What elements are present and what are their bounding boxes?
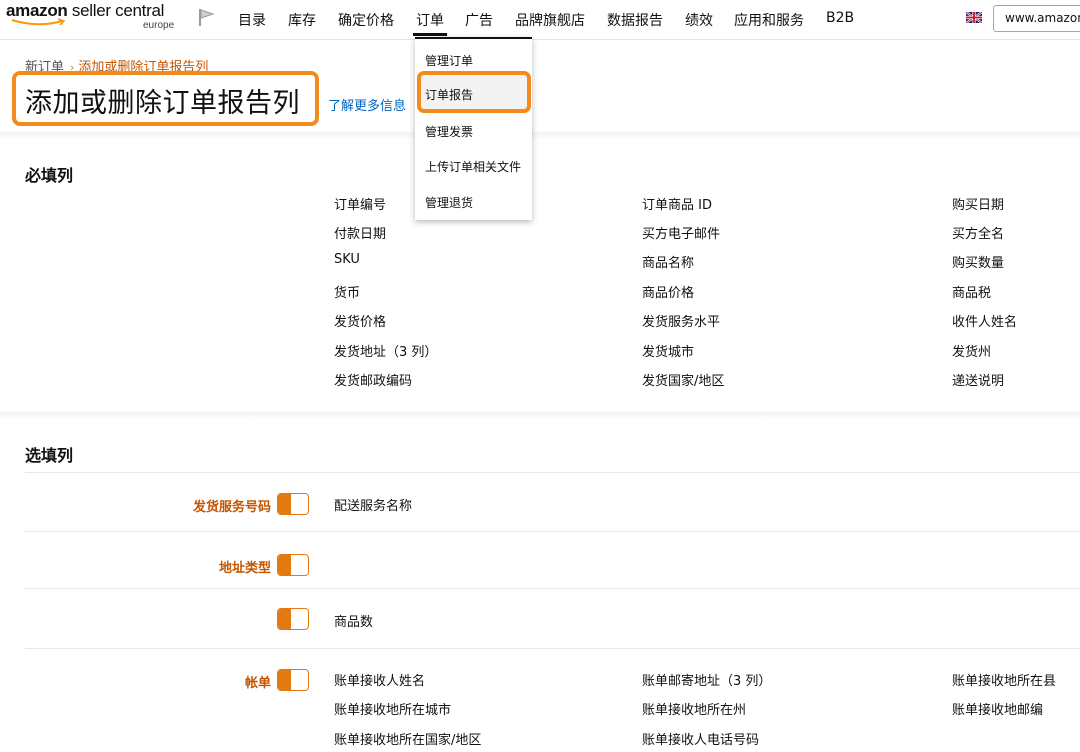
required-field: 购买日期: [952, 198, 1005, 213]
seller-central-logo[interactable]: amazon seller central europe: [6, 1, 176, 35]
flag-icon[interactable]: [196, 7, 216, 27]
row-divider: [25, 648, 1080, 649]
column-toggle[interactable]: [277, 669, 309, 691]
required-field: 货币: [334, 286, 361, 301]
optional-field: 配送服务名称: [334, 499, 413, 514]
required-field: 发货邮政编码: [334, 374, 413, 389]
required-field: 收件人姓名: [952, 315, 1018, 330]
toggle-knob: [278, 670, 291, 690]
required-field: 发货价格: [334, 315, 387, 330]
required-field: 商品价格: [642, 286, 695, 301]
menu-item-manage-returns[interactable]: 管理退货: [425, 194, 473, 211]
required-field: SKU: [334, 252, 360, 267]
nav-inventory[interactable]: 库存: [288, 10, 316, 30]
required-columns-heading: 必填列: [25, 166, 74, 185]
required-field: 付款日期: [334, 227, 387, 242]
required-field: 商品税: [952, 286, 992, 301]
menu-item-manage-orders[interactable]: 管理订单: [425, 52, 473, 69]
nav-pricing[interactable]: 确定价格: [338, 10, 394, 30]
section-divider: [0, 132, 1080, 140]
nav-b2b[interactable]: B2B: [826, 10, 854, 26]
column-toggle[interactable]: [277, 493, 309, 515]
nav-orders[interactable]: 订单: [413, 10, 447, 36]
optional-field: 账单接收地所在城市: [334, 703, 452, 718]
nav-catalog[interactable]: 目录: [238, 10, 266, 30]
marketplace-select[interactable]: www.amazon.co.uk: [993, 5, 1080, 32]
page-title: 添加或删除订单报告列: [25, 88, 300, 119]
row-divider: [25, 472, 1080, 473]
section-divider: [0, 412, 1080, 420]
optional-field: 账单接收地邮编: [952, 703, 1044, 718]
top-navigation: amazon seller central europe 目录 库存 确定价格 …: [0, 0, 1080, 40]
nav-stores[interactable]: 品牌旗舰店: [515, 10, 585, 30]
nav-apps-services[interactable]: 应用和服务: [734, 10, 804, 30]
nav-reports[interactable]: 数据报告: [607, 10, 663, 30]
optional-field: 账单接收地所在县: [952, 674, 1057, 689]
optional-field: 账单接收地所在国家/地区: [334, 733, 482, 748]
option-label: 发货服务号码: [192, 500, 271, 515]
required-field: 发货服务水平: [642, 315, 721, 330]
required-field: 递送说明: [952, 374, 1005, 389]
optional-field: 账单邮寄地址（3 列）: [642, 674, 772, 689]
optional-field: 账单接收地所在州: [642, 703, 747, 718]
nav-performance[interactable]: 绩效: [685, 10, 713, 30]
required-field: 买方全名: [952, 227, 1005, 242]
required-field: 订单商品 ID: [642, 198, 712, 213]
required-field: 购买数量: [952, 256, 1005, 271]
menu-item-order-reports[interactable]: 订单报告: [425, 86, 473, 103]
required-field: 订单编号: [334, 198, 387, 213]
row-divider: [25, 588, 1080, 589]
optional-columns-heading: 选填列: [25, 446, 74, 465]
column-toggle[interactable]: [277, 608, 309, 630]
row-divider: [25, 531, 1080, 532]
logo-region: europe: [143, 20, 175, 31]
orders-dropdown-menu: 管理订单 管理发票 上传订单相关文件 管理退货: [415, 37, 532, 220]
uk-flag-icon: [966, 12, 982, 23]
required-field: 发货地址（3 列）: [334, 345, 438, 360]
option-label: 地址类型: [218, 561, 271, 576]
optional-field: 账单接收人电话号码: [642, 733, 760, 748]
required-field: 发货城市: [642, 345, 695, 360]
optional-field: 商品数: [334, 615, 374, 630]
learn-more-link[interactable]: 了解更多信息: [328, 95, 406, 114]
column-toggle[interactable]: [277, 554, 309, 576]
menu-item-manage-invoices[interactable]: 管理发票: [425, 123, 473, 140]
menu-item-upload-order-files[interactable]: 上传订单相关文件: [425, 158, 521, 175]
option-label: 帐单: [244, 676, 271, 691]
amazon-smile-icon: [11, 18, 66, 26]
required-field: 买方电子邮件: [642, 227, 721, 242]
nav-advertising[interactable]: 广告: [465, 10, 493, 30]
toggle-knob: [278, 609, 291, 629]
required-field: 发货国家/地区: [642, 374, 725, 389]
toggle-knob: [278, 494, 291, 514]
required-field: 商品名称: [642, 256, 695, 271]
optional-field: 账单接收人姓名: [334, 674, 426, 689]
toggle-knob: [278, 555, 291, 575]
required-field: 发货州: [952, 345, 992, 360]
